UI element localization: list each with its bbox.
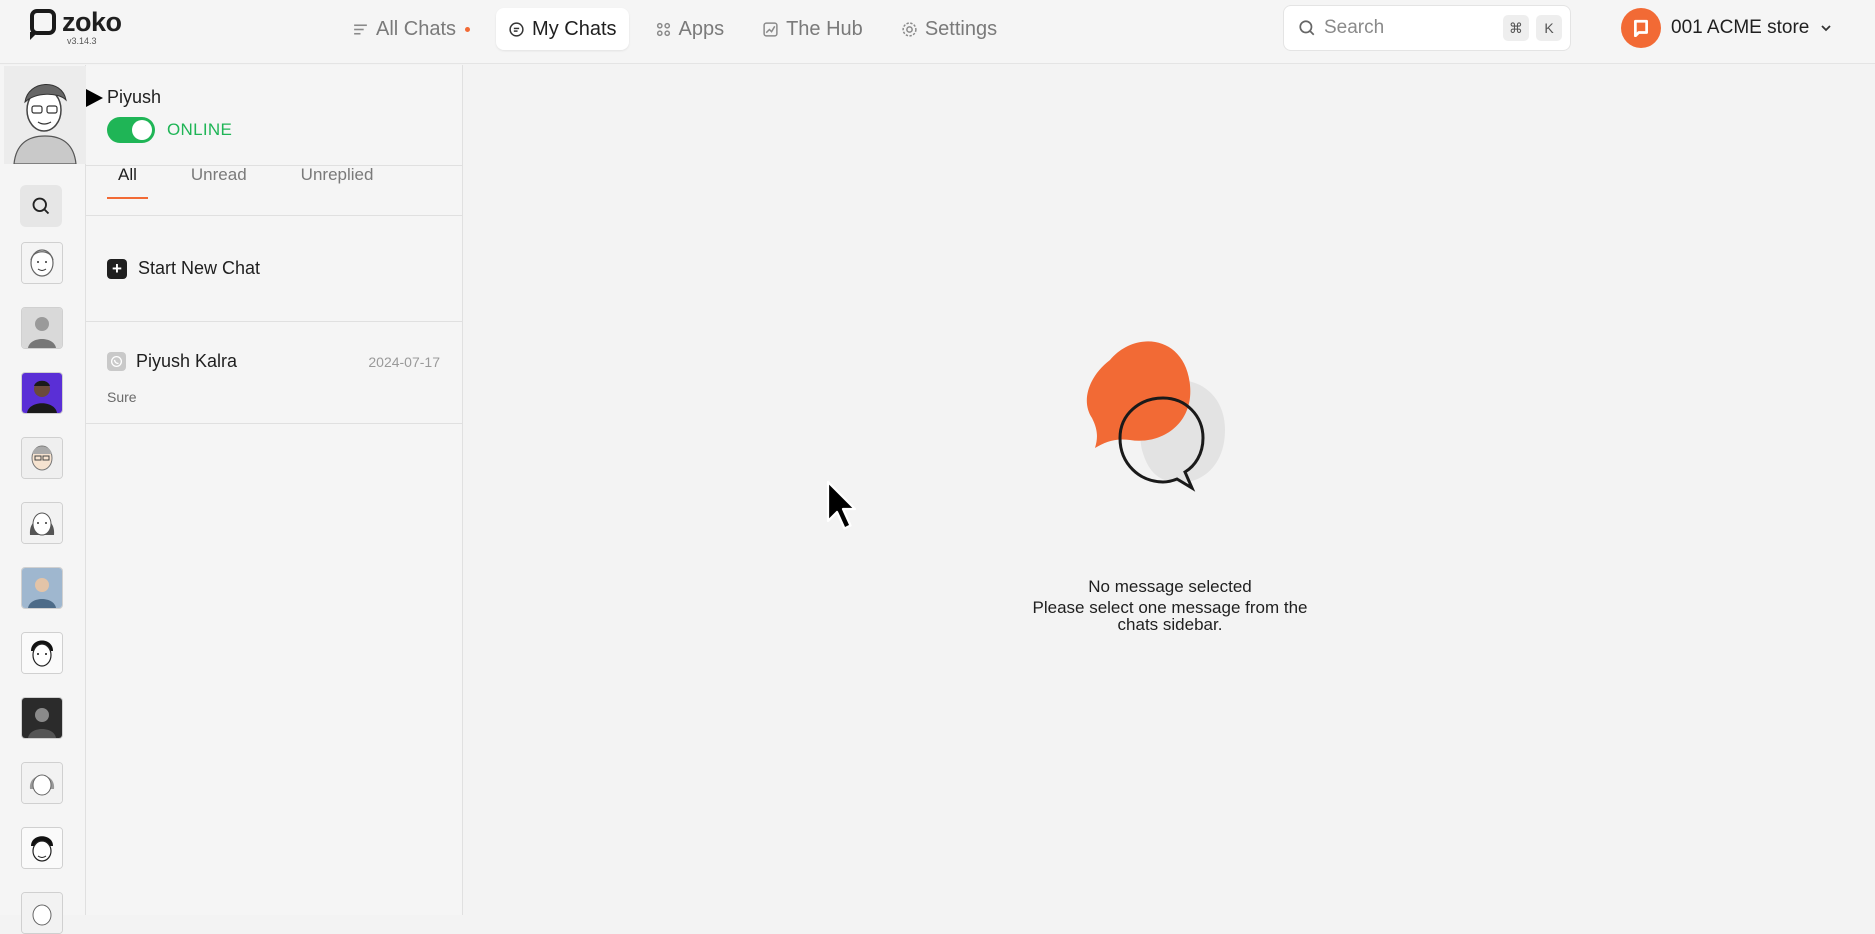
tab-unreplied[interactable]: Unreplied bbox=[290, 165, 385, 199]
start-new-chat-label: Start New Chat bbox=[138, 258, 261, 278]
app-version: v3.14.3 bbox=[67, 36, 97, 46]
main-nav: All Chats My Chats Apps The Hub Settings bbox=[340, 8, 1009, 50]
search-icon bbox=[32, 197, 50, 215]
mouse-cursor-icon bbox=[826, 480, 857, 530]
agent-avatar[interactable] bbox=[21, 307, 63, 349]
tab-unread[interactable]: Unread bbox=[180, 165, 258, 199]
agent-avatar[interactable] bbox=[21, 892, 63, 934]
online-toggle[interactable] bbox=[107, 117, 155, 143]
my-avatar[interactable] bbox=[4, 66, 86, 165]
agent-avatar-icon bbox=[22, 698, 62, 738]
chat-logo-icon bbox=[1634, 19, 1648, 37]
agent-avatar[interactable] bbox=[21, 437, 63, 479]
whatsapp-icon bbox=[107, 352, 126, 371]
chat-filter-tabs: All Unread Unreplied bbox=[107, 165, 384, 199]
nav-apps-label: Apps bbox=[678, 17, 725, 40]
nav-apps[interactable]: Apps bbox=[643, 8, 737, 50]
cmd-key-hint: ⌘ bbox=[1503, 15, 1529, 41]
logo-text: zoko bbox=[62, 7, 122, 37]
agent-avatar-icon bbox=[22, 503, 62, 543]
divider bbox=[86, 423, 463, 424]
nav-the-hub[interactable]: The Hub bbox=[750, 8, 875, 50]
agent-name-row[interactable]: Piyush bbox=[86, 87, 161, 108]
chat-contact-name: Piyush Kalra bbox=[136, 351, 238, 371]
agent-avatar[interactable] bbox=[21, 632, 63, 674]
divider bbox=[86, 215, 463, 216]
unread-dot bbox=[465, 26, 471, 32]
agent-avatar-icon bbox=[22, 893, 62, 933]
start-new-chat-button[interactable]: + Start New Chat bbox=[107, 258, 260, 279]
store-avatar bbox=[1621, 8, 1661, 48]
agent-avatar[interactable] bbox=[21, 827, 63, 869]
agent-avatar-icon bbox=[22, 633, 62, 673]
agent-avatar[interactable] bbox=[21, 762, 63, 804]
nav-settings-label: Settings bbox=[924, 17, 998, 40]
search-icon bbox=[1299, 20, 1315, 36]
agent-avatar[interactable] bbox=[21, 502, 63, 544]
grid-icon bbox=[656, 22, 670, 36]
chat-bubble-icon bbox=[509, 21, 524, 37]
agent-name: Piyush bbox=[107, 87, 162, 107]
store-switcher[interactable]: 001 ACME store bbox=[1621, 8, 1833, 48]
zoko-logo[interactable]: zoko v3.14.3 bbox=[30, 7, 122, 46]
nav-my-chats[interactable]: My Chats bbox=[496, 8, 629, 50]
chevron-down-icon bbox=[1821, 25, 1831, 32]
empty-state-subtitle: Please select one message from the chats… bbox=[980, 599, 1360, 633]
availability-status: ONLINE bbox=[107, 117, 232, 143]
list-item[interactable]: Piyush Kalra 2024-07-17 Sure bbox=[86, 335, 462, 423]
plus-icon: + bbox=[107, 258, 127, 279]
list-icon bbox=[354, 23, 367, 35]
agent-avatar-icon bbox=[22, 438, 62, 478]
chat-last-message: Sure bbox=[107, 389, 137, 405]
nav-all-chats-label: All Chats bbox=[376, 17, 457, 40]
k-key-hint: K bbox=[1536, 15, 1562, 41]
person-sketch-icon bbox=[4, 66, 86, 165]
divider bbox=[86, 321, 463, 322]
agent-avatar-icon bbox=[22, 308, 62, 348]
agent-avatar[interactable] bbox=[21, 567, 63, 609]
rail-search-button[interactable] bbox=[20, 185, 62, 227]
expand-triangle-icon bbox=[86, 88, 103, 107]
agent-avatar-icon bbox=[22, 243, 62, 283]
top-bar: zoko v3.14.3 All Chats My Chats Apps The… bbox=[0, 0, 1875, 64]
status-label: ONLINE bbox=[167, 120, 233, 139]
agent-avatar[interactable] bbox=[21, 697, 63, 739]
chat-list-panel: Piyush ONLINE All Unread Unreplied + Sta… bbox=[86, 65, 463, 915]
nav-my-chats-label: My Chats bbox=[532, 17, 617, 40]
nav-the-hub-label: The Hub bbox=[786, 17, 863, 40]
nav-settings[interactable]: Settings bbox=[889, 8, 1009, 50]
agent-avatar[interactable] bbox=[21, 372, 63, 414]
nav-all-chats[interactable]: All Chats bbox=[340, 8, 482, 50]
chart-icon bbox=[763, 21, 778, 37]
agent-avatar-icon bbox=[22, 828, 62, 868]
agent-avatar-icon bbox=[22, 568, 62, 608]
empty-state-title: No message selected bbox=[1088, 577, 1252, 596]
agent-avatar-icon bbox=[22, 763, 62, 803]
agent-avatar-icon bbox=[22, 373, 62, 413]
store-name: 001 ACME store bbox=[1671, 17, 1810, 38]
chat-logo-icon bbox=[30, 9, 56, 35]
empty-state-subtitle-line-2: chats sidebar. bbox=[1117, 615, 1223, 634]
gear-icon bbox=[902, 21, 917, 37]
search-placeholder: Search bbox=[1324, 17, 1385, 38]
tab-all[interactable]: All bbox=[107, 165, 148, 199]
chat-bubbles-illustration bbox=[1086, 341, 1225, 492]
agent-rail bbox=[0, 65, 86, 934]
search-box[interactable]: Search ⌘ K bbox=[1283, 5, 1571, 51]
agent-avatar[interactable] bbox=[21, 242, 63, 284]
chat-date: 2024-07-17 bbox=[368, 354, 440, 370]
